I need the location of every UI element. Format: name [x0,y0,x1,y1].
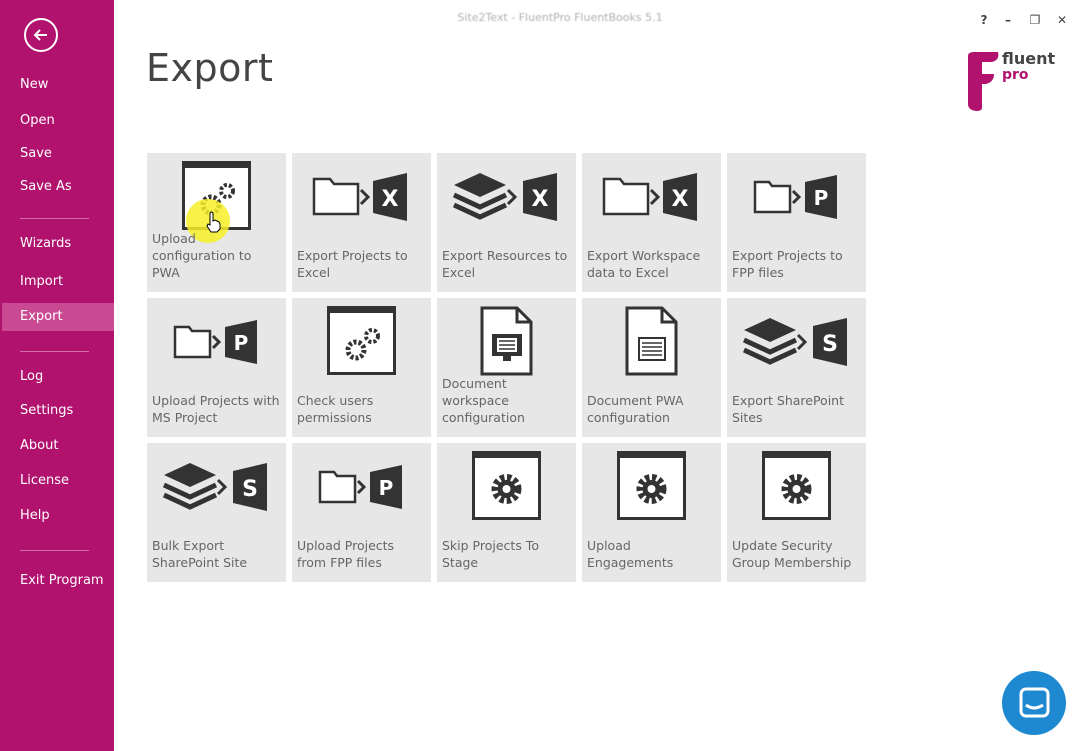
tile-label: Export Workspace data to Excel [587,248,701,280]
sidebar-item-new[interactable]: New [0,71,114,99]
svg-text:X: X [532,187,549,212]
tile-document-pwa-configuration[interactable]: Document PWA configuration [582,298,721,437]
sidebar-divider [20,550,89,551]
tile-label: Upload configuration to PWA [152,231,252,280]
svg-text:P: P [234,331,249,355]
tile-document-workspace-configuration[interactable]: Document workspace configuration [437,298,576,437]
tile-export-projects-to-fpp-files[interactable]: P Export Projects to FPP files [727,153,866,292]
tile-label: Upload Projects with MS Project [152,393,280,425]
tile-export-resources-to-excel[interactable]: X Export Resources to Excel [437,153,576,292]
tile-upload-configuration-to-pwa[interactable]: Upload configuration to PWA [147,153,286,292]
logo-text-pro: pro [1002,67,1029,83]
tile-check-users-permissions[interactable]: Check users permissions [292,298,431,437]
tile-export-sharepoint-sites[interactable]: S Export SharePoint Sites [727,298,866,437]
tile-label: Upload Engagements [587,538,674,570]
folder-to-project-icon: P [173,320,257,364]
svg-text:S: S [822,332,838,357]
tile-upload-projects-with-ms-project[interactable]: P Upload Projects with MS Project [147,298,286,437]
layers-to-excel-icon: X [452,173,557,221]
chat-button[interactable] [1002,671,1066,735]
sidebar-item-save-as[interactable]: Save As [0,173,114,201]
close-icon[interactable]: ✕ [1054,12,1070,28]
sidebar-item-license[interactable]: License [0,467,114,495]
window-gear-icon [762,451,831,520]
document-list-icon [625,306,678,376]
tile-label: Export Resources to Excel [442,248,568,280]
tile-export-workspace-data-to-excel[interactable]: X Export Workspace data to Excel [582,153,721,292]
help-icon[interactable]: ? [976,12,992,28]
tile-label: Export SharePoint Sites [732,393,844,425]
tile-label: Upload Projects from FPP files [297,538,395,570]
svg-text:X: X [382,187,399,212]
restore-icon[interactable]: ❐ [1027,12,1043,28]
sidebar-item-open[interactable]: Open [0,107,114,135]
sidebar-item-log[interactable]: Log [0,363,114,391]
folder-to-project-icon: P [753,175,837,219]
tile-label: Document PWA configuration [587,393,684,425]
sidebar-item-settings[interactable]: Settings [0,397,114,425]
layers-to-sharepoint-icon: S [162,463,267,511]
tile-label: Export Projects to FPP files [732,248,843,280]
window-gears-icon [327,306,396,375]
tile-skip-projects-to-stage[interactable]: Skip Projects To Stage [437,443,576,582]
page-title: Export [146,46,274,90]
back-button[interactable] [24,18,58,52]
sidebar-item-about[interactable]: About [0,432,114,460]
svg-text:S: S [242,477,258,502]
svg-text:X: X [672,187,689,212]
layers-to-sharepoint-icon: S [742,318,847,366]
folder-to-excel-icon: X [602,173,697,221]
tile-update-security-group-membership[interactable]: Update Security Group Membership [727,443,866,582]
document-monitor-icon [480,306,533,376]
folder-to-excel-icon: X [312,173,407,221]
sidebar-item-wizards[interactable]: Wizards [0,230,114,258]
back-arrow-icon [33,29,47,41]
tile-label: Update Security Group Membership [732,538,852,570]
tile-label: Bulk Export SharePoint Site [152,538,248,570]
window-title: Site2Text - FluentPro FluentBooks 5.1 [457,11,663,24]
tile-label: Skip Projects To Stage [442,538,539,570]
sidebar-divider [20,218,89,219]
window-gear-icon [617,451,686,520]
logo-text-fluent: fluent [1002,49,1056,68]
tile-label: Document workspace configuration [442,376,525,425]
export-tiles-grid: Upload configuration to PWA X Export Pro… [147,153,867,583]
sidebar-item-save[interactable]: Save [0,140,114,168]
sidebar-item-import[interactable]: Import [0,268,114,296]
sidebar-divider [20,351,89,352]
tile-bulk-export-sharepoint-site[interactable]: S Bulk Export SharePoint Site [147,443,286,582]
tile-label: Check users permissions [297,393,374,425]
sidebar: New Open Save Save As Wizards Import Exp… [0,0,114,751]
tile-export-projects-to-excel[interactable]: X Export Projects to Excel [292,153,431,292]
tile-label: Export Projects to Excel [297,248,408,280]
tile-upload-projects-from-fpp-files[interactable]: P Upload Projects from FPP files [292,443,431,582]
sidebar-item-export[interactable]: Export [2,303,114,331]
window-gear-icon [472,451,541,520]
sidebar-item-help[interactable]: Help [0,502,114,530]
svg-text:P: P [379,476,394,500]
chat-icon [1019,687,1050,718]
svg-text:P: P [814,186,829,210]
folder-to-project-icon: P [318,465,402,509]
tile-upload-engagements[interactable]: Upload Engagements [582,443,721,582]
minimize-icon[interactable]: – [1000,12,1016,28]
sidebar-item-exit-program[interactable]: Exit Program [0,567,114,595]
